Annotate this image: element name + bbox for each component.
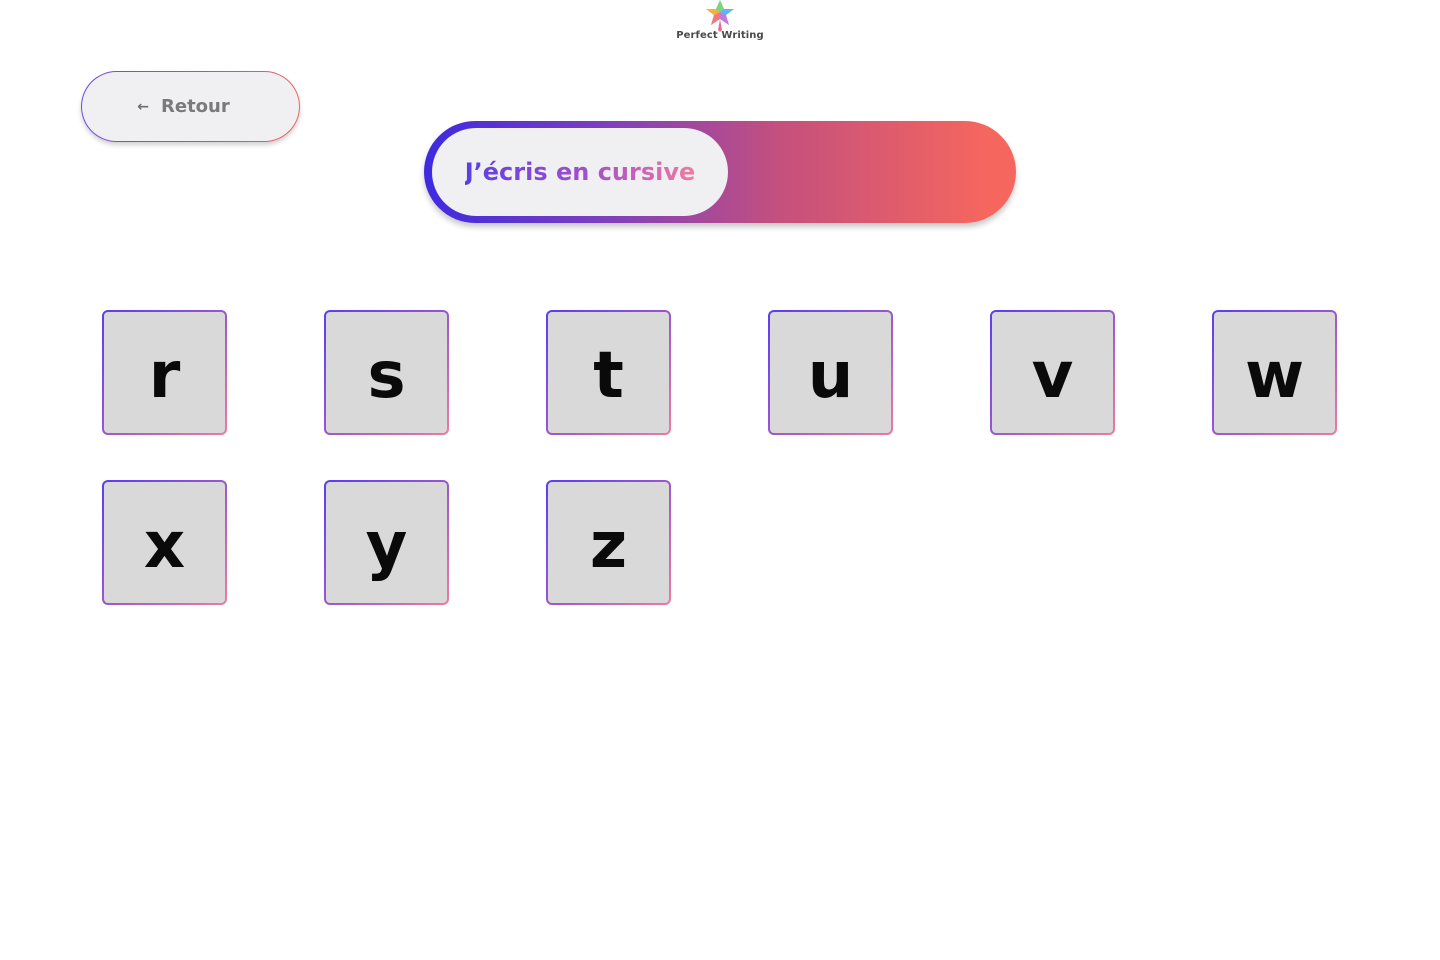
arrow-left-icon: ← [137,98,149,115]
back-button-label: Retour [161,96,230,117]
back-button-body[interactable]: ← Retour [82,72,299,141]
letter-card-s[interactable]: s [324,310,449,435]
letter-card-v[interactable]: v [990,310,1115,435]
letter-label: u [770,312,891,433]
letter-card-z[interactable]: z [546,480,671,605]
letter-card-t[interactable]: t [546,310,671,435]
letter-label: v [992,312,1113,433]
app-logo: Perfect Writing [670,0,770,48]
letter-card-r[interactable]: r [102,310,227,435]
letter-label: w [1214,312,1335,433]
letter-label: y [326,482,447,603]
page: Perfect Writing ← Retour J’écris en curs… [0,0,1440,960]
cursive-mode-toggle[interactable]: J’écris en cursive [424,121,1016,223]
letter-label: r [104,312,225,433]
letter-card-w[interactable]: w [1212,310,1337,435]
star-logo-icon [706,0,734,32]
letter-card-u[interactable]: u [768,310,893,435]
back-button[interactable]: ← Retour [81,71,300,142]
letter-label: x [104,482,225,603]
cursive-mode-label: J’écris en cursive [464,158,696,186]
logo-text: Perfect Writing [676,30,764,41]
letter-label: s [326,312,447,433]
letter-card-y[interactable]: y [324,480,449,605]
toggle-knob[interactable]: J’écris en cursive [432,128,728,216]
letter-card-x[interactable]: x [102,480,227,605]
letter-label: z [548,482,669,603]
letter-label: t [548,312,669,433]
